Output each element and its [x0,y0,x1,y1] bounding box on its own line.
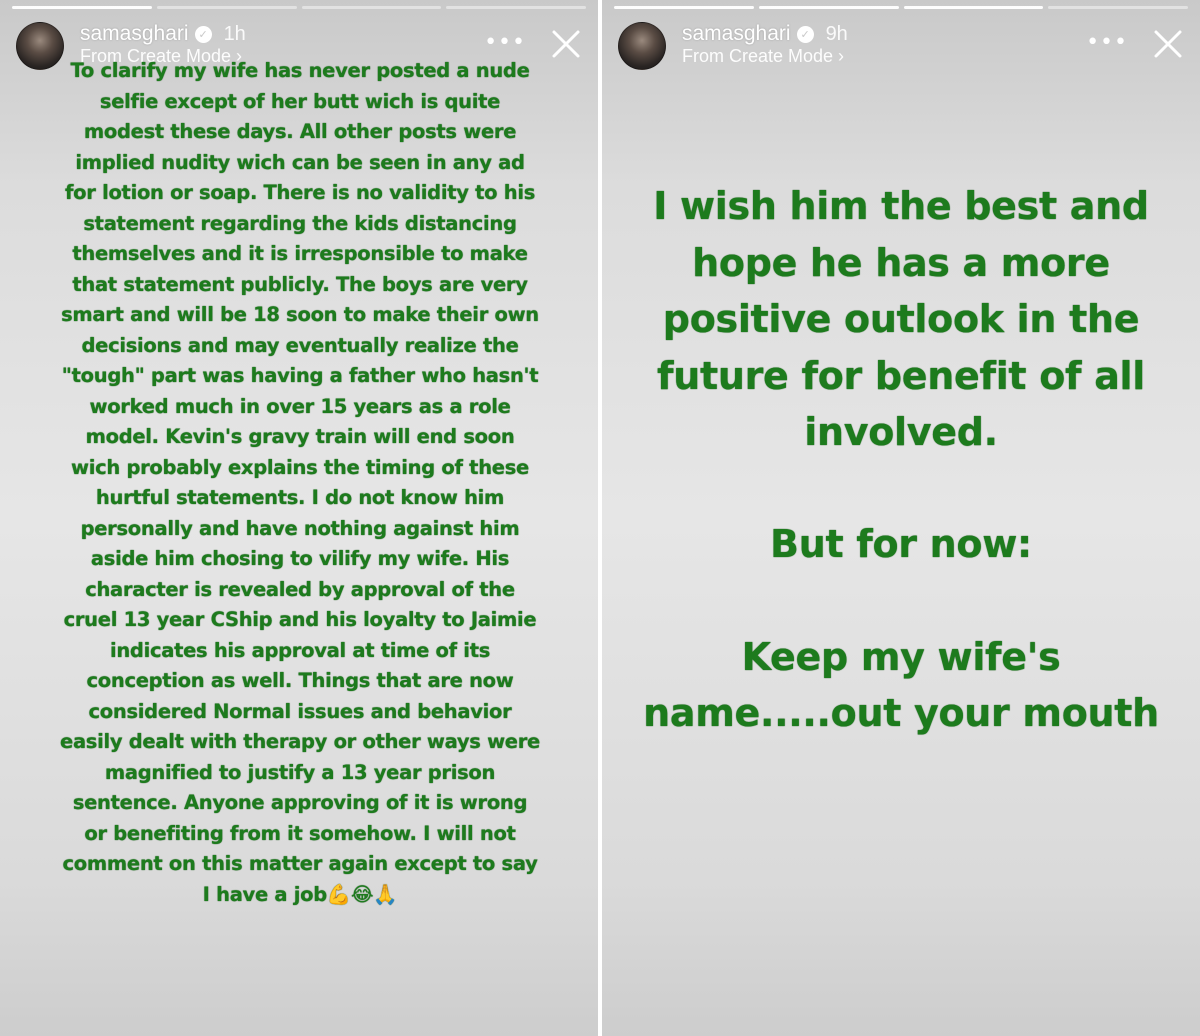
story-panel-right[interactable]: samasghari ✓ 9h From Create Mode › ••• I… [602,0,1200,1036]
close-icon[interactable] [1152,28,1184,60]
story-progress-bar [12,6,586,10]
avatar[interactable] [618,22,666,70]
avatar[interactable] [16,22,64,70]
story-progress-bar [614,6,1188,10]
create-mode-link[interactable]: From Create Mode › [682,46,844,67]
story-header: samasghari ✓ 9h From Create Mode › ••• [618,22,1184,70]
story-text-paragraph: Keep my wife's name.....out your mouth [643,635,1159,735]
story-panel-left[interactable]: samasghari ✓ 1h From Create Mode › ••• T… [0,0,598,1036]
story-text-paragraph: I wish him the best and hope he has a mo… [653,184,1149,454]
more-options-icon[interactable]: ••• [1086,30,1128,55]
progress-segment [446,6,586,9]
post-time: 1h [223,22,246,45]
username[interactable]: samasghari [80,22,189,46]
more-options-icon[interactable]: ••• [484,30,526,55]
user-row: samasghari ✓ 1h [80,22,246,46]
progress-segment [301,6,442,9]
story-text: To clarify my wife has never posted a nu… [60,59,540,906]
post-time: 9h [825,22,848,45]
progress-segment [903,6,1044,9]
verified-badge-icon: ✓ [194,25,212,43]
close-icon[interactable] [550,28,582,60]
verified-badge-icon: ✓ [796,25,814,43]
progress-segment [156,6,297,9]
progress-segment [758,6,899,9]
progress-segment [12,6,152,9]
user-row: samasghari ✓ 9h [682,22,848,46]
story-text-paragraph: But for now: [770,522,1032,566]
progress-segment [1048,6,1188,9]
username[interactable]: samasghari [682,22,791,46]
progress-segment [614,6,754,9]
